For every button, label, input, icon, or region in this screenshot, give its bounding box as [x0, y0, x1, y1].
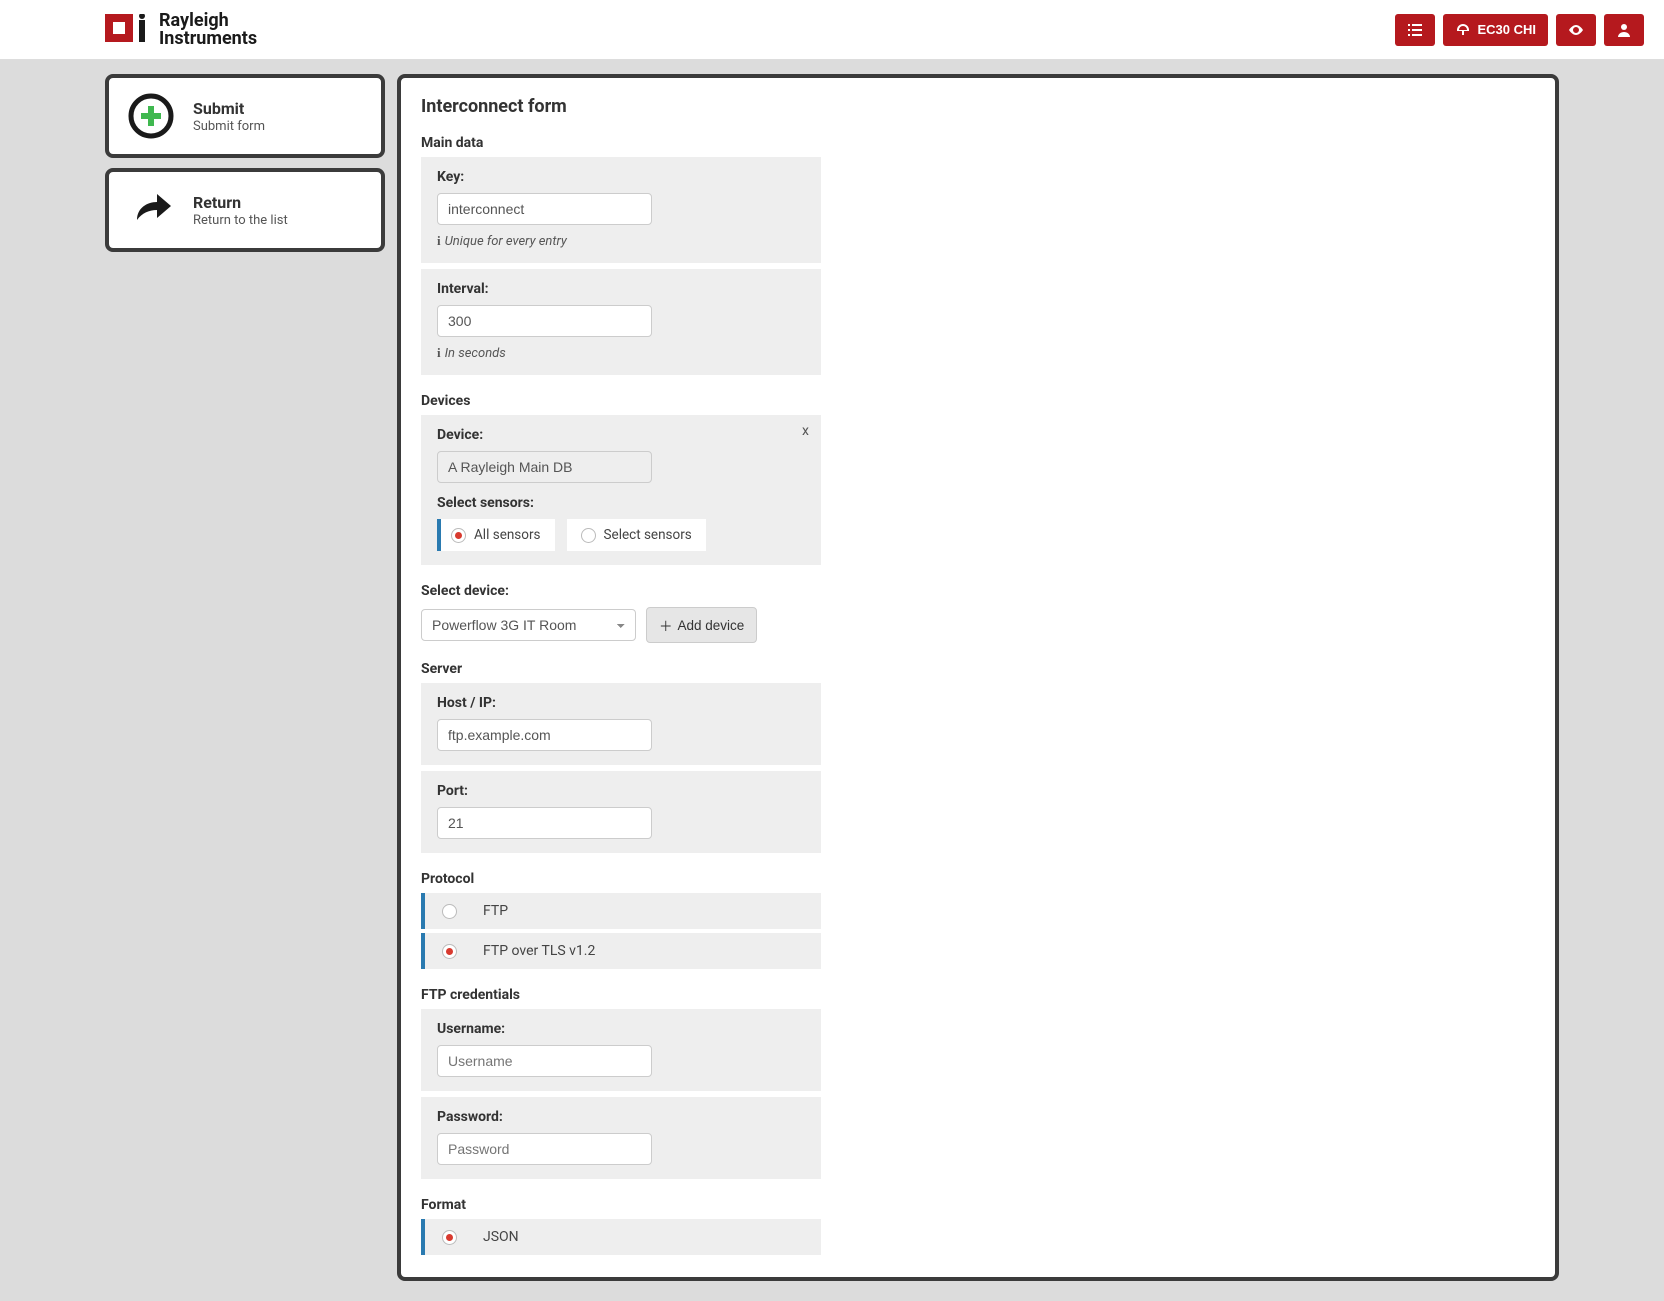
host-label: Host / IP: — [437, 695, 805, 711]
submit-subtitle: Submit form — [193, 119, 265, 134]
brand-logo[interactable]: Rayleigh Instruments — [105, 12, 257, 48]
device-input — [437, 451, 652, 483]
username-panel: Username: — [421, 1009, 821, 1091]
topbar: Rayleigh Instruments EC30 CHI — [0, 0, 1664, 60]
password-input[interactable] — [437, 1133, 652, 1165]
return-icon — [127, 186, 175, 234]
format-json-option[interactable]: JSON — [421, 1219, 821, 1255]
main-form: Interconnect form Main data Key: iUnique… — [397, 74, 1559, 1281]
submit-title: Submit — [193, 99, 265, 118]
view-button[interactable] — [1556, 14, 1596, 46]
page-title: Interconnect form — [421, 96, 1535, 117]
format-radio-group: JSON — [421, 1219, 821, 1255]
return-card[interactable]: Return Return to the list — [105, 168, 385, 252]
device-panel: x Device: Select sensors: All sensors Se… — [421, 415, 821, 565]
section-format: Format — [421, 1197, 1535, 1213]
interval-input[interactable] — [437, 305, 652, 337]
username-input[interactable] — [437, 1045, 652, 1077]
add-device-button[interactable]: ＋Add device — [646, 607, 757, 643]
info-icon: i — [437, 345, 441, 360]
port-panel: Port: — [421, 771, 821, 853]
protocol-radio-group: FTP FTP over TLS v1.2 — [421, 893, 821, 969]
host-panel: Host / IP: — [421, 683, 821, 765]
user-button[interactable] — [1604, 14, 1644, 46]
key-input[interactable] — [437, 193, 652, 225]
protocol-ftptls-option[interactable]: FTP over TLS v1.2 — [421, 933, 821, 969]
brand-name: Rayleigh Instruments — [159, 12, 257, 48]
plus-icon: ＋ — [659, 615, 673, 635]
remove-device-button[interactable]: x — [802, 423, 809, 439]
dashboard-icon — [1455, 22, 1471, 38]
section-server: Server — [421, 661, 1535, 677]
return-subtitle: Return to the list — [193, 213, 288, 228]
sensors-label: Select sensors: — [437, 495, 805, 511]
user-icon — [1616, 22, 1632, 38]
password-panel: Password: — [421, 1097, 821, 1179]
submit-card[interactable]: Submit Submit form — [105, 74, 385, 158]
list-icon — [1407, 22, 1423, 38]
sidebar: Submit Submit form Return Return to the … — [105, 74, 385, 252]
topbar-actions: EC30 CHI — [1395, 14, 1644, 46]
device-selector-button[interactable]: EC30 CHI — [1443, 14, 1548, 46]
username-label: Username: — [437, 1021, 805, 1037]
key-panel: Key: iUnique for every entry — [421, 157, 821, 263]
radio-icon — [442, 944, 457, 959]
select-device-dropdown[interactable]: Powerflow 3G IT Room — [421, 609, 636, 641]
section-ftp-credentials: FTP credentials — [421, 987, 1535, 1003]
eye-icon — [1568, 22, 1584, 38]
interval-label: Interval: — [437, 281, 805, 297]
protocol-ftp-option[interactable]: FTP — [421, 893, 821, 929]
host-input[interactable] — [437, 719, 652, 751]
radio-icon — [451, 528, 466, 543]
submit-icon — [127, 92, 175, 140]
sensors-select-option[interactable]: Select sensors — [567, 519, 706, 551]
key-hint: iUnique for every entry — [437, 233, 805, 249]
interval-hint: iIn seconds — [437, 345, 805, 361]
port-input[interactable] — [437, 807, 652, 839]
menu-button[interactable] — [1395, 14, 1435, 46]
section-devices: Devices — [421, 393, 1535, 409]
device-label: Device: — [437, 427, 805, 443]
section-protocol: Protocol — [421, 871, 1535, 887]
sensors-all-option[interactable]: All sensors — [437, 519, 555, 551]
key-label: Key: — [437, 169, 805, 185]
select-device-panel: Select device: Powerflow 3G IT Room ＋Add… — [421, 571, 821, 643]
select-device-label: Select device: — [421, 583, 821, 599]
radio-icon — [442, 1230, 457, 1245]
return-title: Return — [193, 193, 288, 212]
info-icon: i — [437, 233, 441, 248]
logo-mark-icon — [105, 14, 151, 46]
interval-panel: Interval: iIn seconds — [421, 269, 821, 375]
radio-icon — [442, 904, 457, 919]
password-label: Password: — [437, 1109, 805, 1125]
sensors-radio-group: All sensors Select sensors — [437, 519, 805, 551]
section-main-data: Main data — [421, 135, 1535, 151]
radio-icon — [581, 528, 596, 543]
port-label: Port: — [437, 783, 805, 799]
